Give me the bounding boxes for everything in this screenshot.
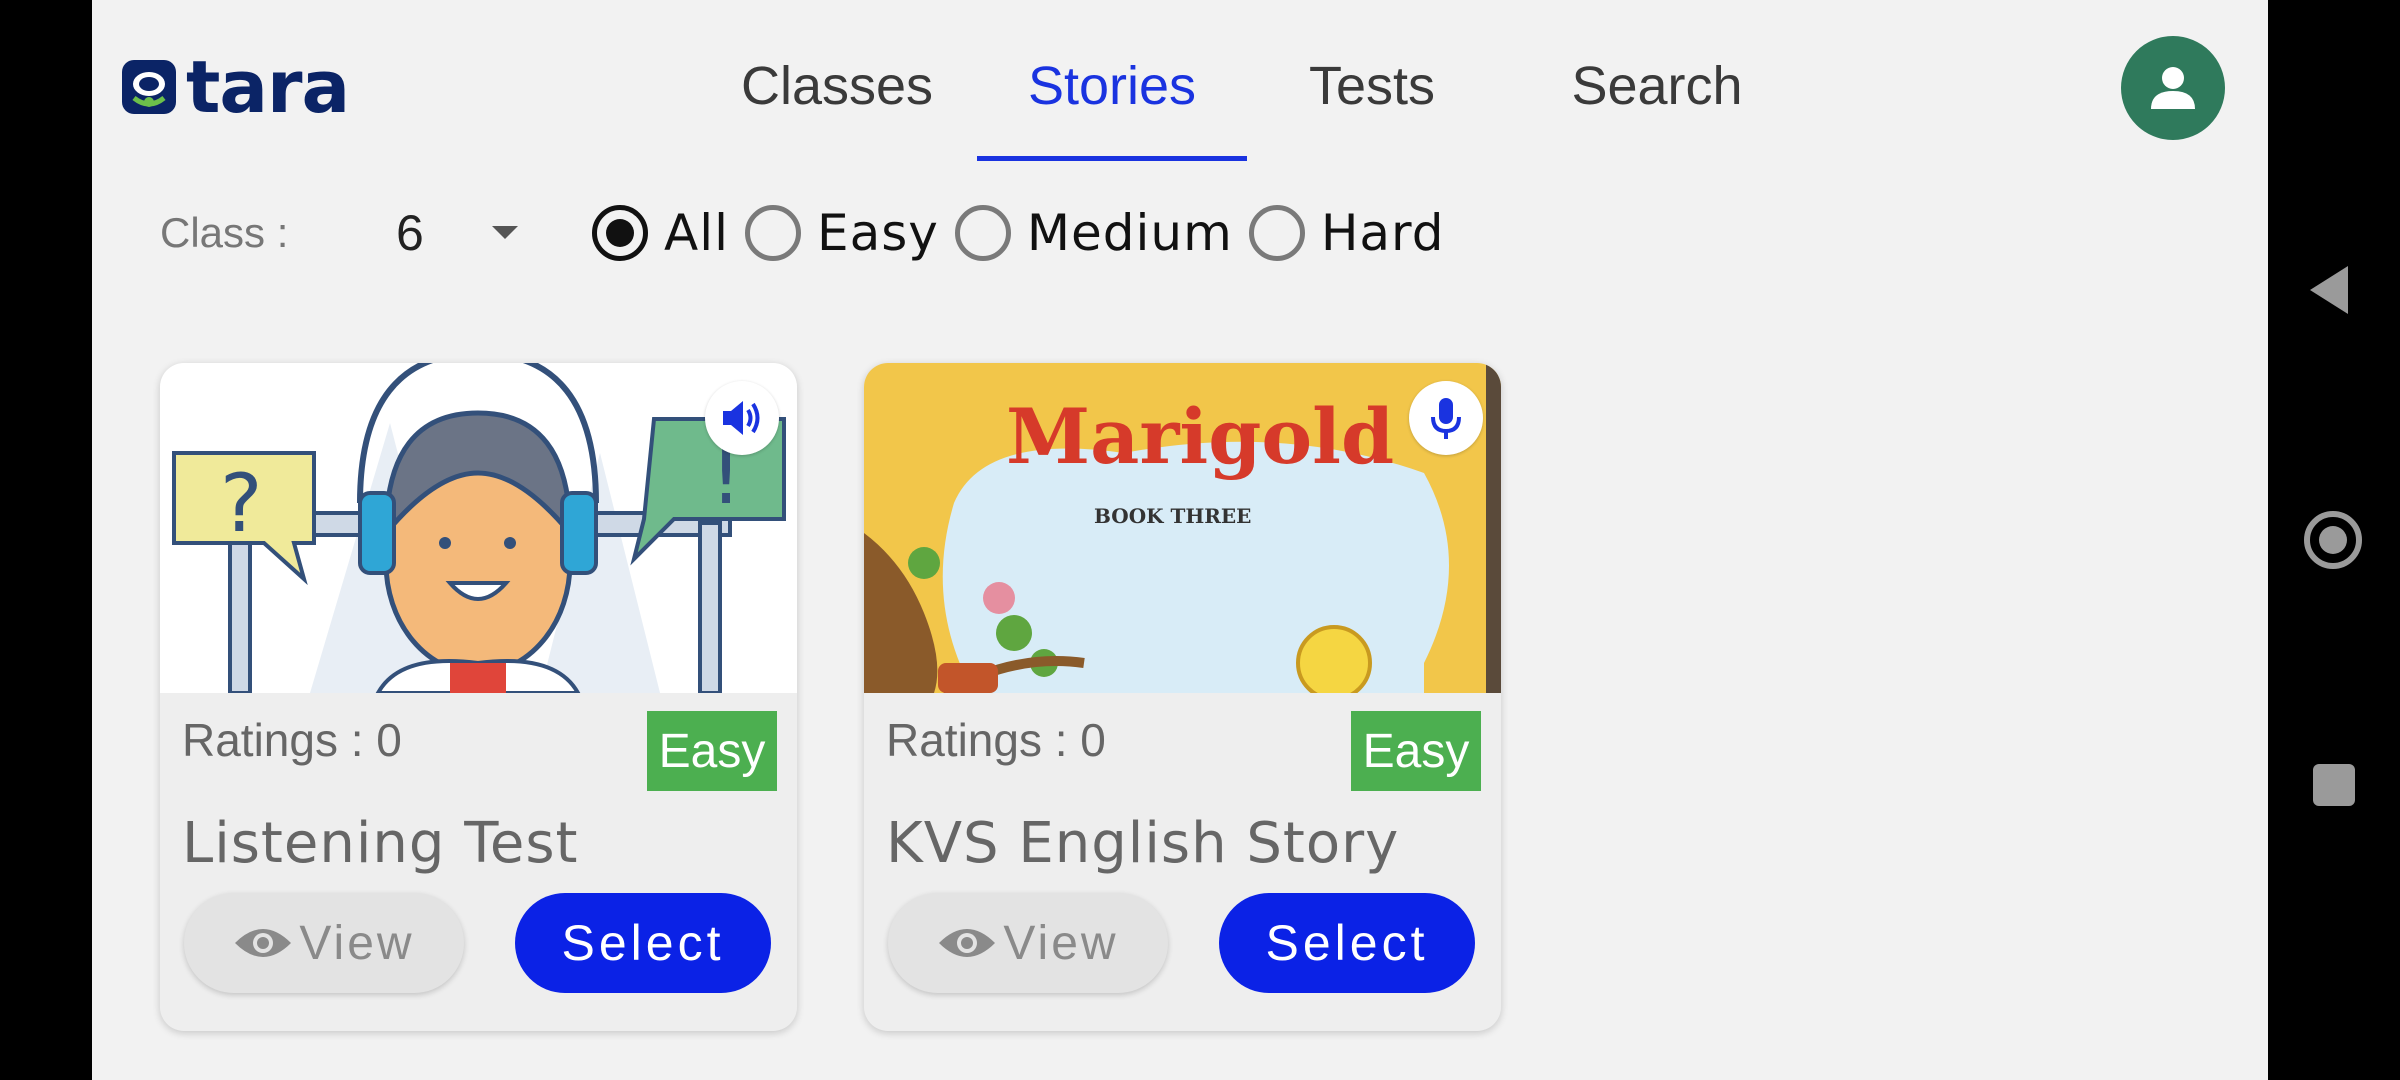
radio-hard[interactable]: Hard <box>1248 200 1461 266</box>
difficulty-radio-group: All Easy Medium Hard <box>592 200 1460 266</box>
story-card: ? ! Ratings : 0 Easy Listening Test View… <box>160 363 797 1031</box>
radio-label-all: All <box>664 204 729 262</box>
system-nav-bar <box>2268 0 2400 1080</box>
radio-button-icon[interactable] <box>745 205 801 261</box>
radio-button-icon[interactable] <box>954 205 1011 261</box>
tara-logo: tara <box>120 45 350 129</box>
marigold-book-cover: Marigold BOOK THREE <box>864 363 1501 693</box>
view-button-label: View <box>299 916 415 970</box>
tab-classes[interactable]: Classes <box>732 40 942 164</box>
class-label: Class : <box>160 209 289 256</box>
listening-test-thumbnail: ? ! <box>160 363 797 693</box>
speaker-icon <box>723 401 760 435</box>
difficulty-badge: Easy <box>1351 711 1481 791</box>
class-value: 6 <box>396 205 424 261</box>
card-title: Listening Test <box>182 811 579 876</box>
story-card: Marigold BOOK THREE Ratings : 0 Easy KVS… <box>864 363 1501 1031</box>
card-ratings: Ratings : 0 <box>182 714 402 766</box>
view-button[interactable]: View <box>888 893 1168 993</box>
radio-all[interactable]: All <box>592 200 745 266</box>
tab-search[interactable]: Search <box>1552 40 1762 164</box>
cover-title: Marigold <box>1006 392 1394 481</box>
filter-row: Class : 6 All Easy Medium Hard <box>92 200 2268 266</box>
view-button-label: View <box>1003 916 1119 970</box>
svg-text:?: ? <box>220 457 262 550</box>
select-button[interactable]: Select <box>1219 893 1475 993</box>
radio-button-icon[interactable] <box>1248 205 1305 261</box>
radio-label-hard: Hard <box>1320 204 1445 262</box>
home-icon[interactable] <box>2304 511 2362 569</box>
card-title: KVS English Story <box>886 811 1400 876</box>
audio-type-badge <box>705 381 779 455</box>
radio-label-easy: Easy <box>817 204 939 262</box>
eye-icon <box>235 929 292 957</box>
view-button[interactable]: View <box>184 893 464 993</box>
user-icon <box>2151 67 2195 109</box>
recent-apps-icon[interactable] <box>2313 764 2355 806</box>
select-button[interactable]: Select <box>515 893 771 993</box>
active-tab-indicator <box>977 156 1247 161</box>
profile-avatar-button[interactable] <box>2121 36 2225 140</box>
logo-text: tara <box>186 45 350 129</box>
cover-subtitle: BOOK THREE <box>1094 504 1251 528</box>
tab-tests[interactable]: Tests <box>1292 40 1452 164</box>
tab-stories[interactable]: Stories <box>997 40 1227 164</box>
voice-type-badge <box>1409 381 1483 455</box>
difficulty-badge: Easy <box>647 711 777 791</box>
logo-mark-icon <box>122 60 176 114</box>
back-icon[interactable] <box>2310 266 2348 314</box>
radio-easy[interactable]: Easy <box>745 200 955 266</box>
card-ratings: Ratings : 0 <box>886 714 1106 766</box>
app-screen: tara Classes Stories Tests Search Class … <box>92 0 2268 1080</box>
radio-label-medium: Medium <box>1026 204 1233 262</box>
radio-button-checked-icon[interactable] <box>592 205 648 261</box>
microphone-icon <box>1431 398 1461 439</box>
chevron-down-icon <box>492 226 518 239</box>
class-dropdown[interactable]: 6 <box>392 200 532 266</box>
radio-medium[interactable]: Medium <box>954 200 1249 266</box>
eye-icon <box>939 929 996 957</box>
